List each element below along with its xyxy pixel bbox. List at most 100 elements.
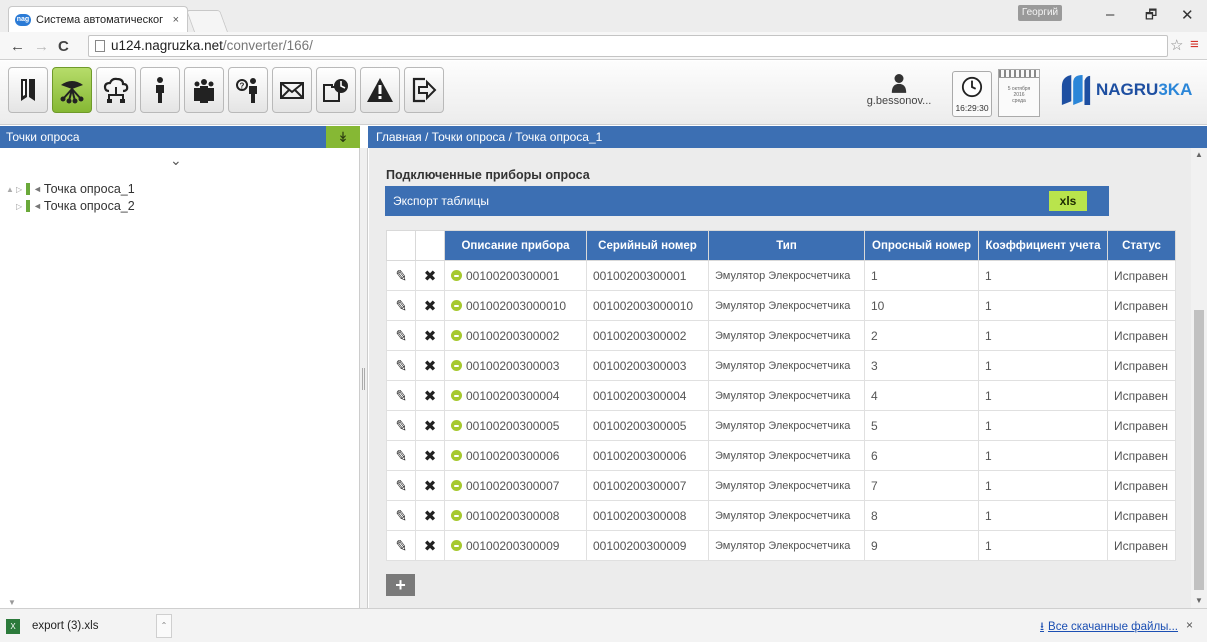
header-serial[interactable]: Серийный номер [586,230,709,261]
back-icon[interactable]: ← [10,38,25,55]
profile-badge[interactable]: Георгий [1018,5,1062,21]
cell-coefficient: 1 [978,380,1108,411]
toolbar-cloud-button[interactable] [96,67,136,113]
status-ok-icon [451,299,462,311]
minimize-icon[interactable]: – [1106,6,1114,23]
cell-status-text: Исправен [1114,538,1169,553]
toolbar-logout-button[interactable] [404,67,444,113]
chevron-down-icon[interactable]: ⌄ [170,152,182,169]
window-close-icon[interactable]: ✕ [1181,6,1194,24]
restore-icon[interactable]: 🗗 [1145,6,1157,28]
shelf-close-icon[interactable]: × [1186,618,1193,632]
table-row[interactable]: ✎ ✖ 00100200300003 00100200300003 Эмулятор Э… [386,350,1176,381]
panel-splitter[interactable] [360,148,368,608]
edit-cell: ✎ [386,440,416,471]
header-status[interactable]: Статус [1107,230,1176,261]
toolbar-support-button[interactable]: ? [228,67,268,113]
edit-pencil-icon[interactable]: ✎ [394,506,409,526]
delete-x-icon[interactable]: ✖ [424,328,437,345]
edit-pencil-icon[interactable]: ✎ [394,536,409,556]
tree-collapse-icon[interactable]: ▲ [6,185,16,194]
main-scrollbar[interactable]: ▲ ▼ [1191,148,1207,608]
delete-x-icon[interactable]: ✖ [424,298,437,315]
delete-x-icon[interactable]: ✖ [424,268,437,285]
header-type[interactable]: Тип [708,230,865,261]
delete-x-icon[interactable]: ✖ [424,478,437,495]
header-poll-number[interactable]: Опросный номер [864,230,979,261]
cell-coefficient-text: 1 [985,418,992,433]
status-ok-icon [451,509,462,521]
devices-table: Описание прибора Серийный номер Тип Опро… [386,230,1176,561]
browser-tab[interactable]: nag Система автоматическог × [8,6,188,32]
toolbar-schedule-button[interactable] [316,67,356,113]
toolbar-alerts-button[interactable] [360,67,400,113]
delete-x-icon[interactable]: ✖ [424,388,437,405]
forward-icon[interactable]: → [34,38,49,55]
header-description[interactable]: Описание прибора [444,230,587,261]
splitter-grip-icon[interactable] [362,368,365,390]
scroll-up-icon[interactable]: ▲ [1195,150,1203,159]
delete-cell: ✖ [415,350,445,381]
breadcrumb[interactable]: Главная / Точки опроса / Точка опроса_1 [368,126,1207,148]
edit-pencil-icon[interactable]: ✎ [394,416,409,436]
delete-x-icon[interactable]: ✖ [424,448,437,465]
edit-pencil-icon[interactable]: ✎ [394,326,409,346]
edit-cell: ✎ [386,260,416,291]
edit-cell: ✎ [386,530,416,561]
table-row[interactable]: ✎ ✖ 00100200300004 00100200300004 Эмулятор Э… [386,380,1176,411]
delete-x-icon[interactable]: ✖ [424,538,437,555]
cell-coefficient: 1 [978,320,1108,351]
chevron-up-icon[interactable]: ⌃ [156,614,172,638]
cell-poll-number-text: 5 [871,418,878,433]
scroll-down-icon[interactable]: ▼ [8,598,16,607]
cell-serial-text: 001002003000010 [593,298,694,313]
scrollbar-thumb[interactable] [1194,310,1204,590]
edit-pencil-icon[interactable]: ✎ [394,386,409,406]
cell-type: Эмулятор Элекросчетчика [708,350,865,381]
scroll-down-icon[interactable]: ▼ [1195,596,1203,605]
bookmark-star-icon[interactable]: ☆ [1170,36,1183,54]
status-ok-icon [451,449,462,461]
tab-close-icon[interactable]: × [173,14,179,26]
table-row[interactable]: ✎ ✖ 00100200300005 00100200300005 Эмулятор Э… [386,410,1176,441]
delete-x-icon[interactable]: ✖ [424,418,437,435]
toolbar-user-button[interactable] [140,67,180,113]
tree-item-point-1[interactable]: ▲ ▷ ◄ Точка опроса_1 [6,182,135,196]
edit-pencil-icon[interactable]: ✎ [394,476,409,496]
delete-x-icon[interactable]: ✖ [424,358,437,375]
table-row[interactable]: ✎ ✖ 00100200300006 00100200300006 Эмулятор Э… [386,440,1176,471]
cell-serial: 00100200300005 [586,410,709,441]
table-row[interactable]: ✎ ✖ 00100200300001 00100200300001 Эмулятор Э… [386,260,1176,291]
tree-item-point-2[interactable]: ▷ ◄ Точка опроса_2 [6,199,135,213]
current-user[interactable]: g.bessonov... [864,73,934,107]
table-row[interactable]: ✎ ✖ 00100200300007 00100200300007 Эмулятор Э… [386,470,1176,501]
edit-pencil-icon[interactable]: ✎ [394,296,409,316]
add-device-button[interactable]: + [386,574,415,596]
table-row[interactable]: ✎ ✖ 001002003000010 001002003000010 Эмулятор… [386,290,1176,321]
table-row[interactable]: ✎ ✖ 00100200300002 00100200300002 Эмулятор Э… [386,320,1176,351]
export-xls-button[interactable]: xls [1049,191,1087,211]
url-input[interactable]: u124.nagruzka.net/converter/166/ [88,35,1168,57]
tree-expand-icon[interactable]: ▷ [16,202,26,211]
edit-pencil-icon[interactable]: ✎ [394,266,409,286]
browser-menu-icon[interactable]: ≡ [1190,36,1199,53]
tree-expand-icon[interactable]: ▷ [16,185,26,194]
table-row[interactable]: ✎ ✖ 00100200300009 00100200300009 Эмулятор Э… [386,530,1176,561]
cell-poll-number-text: 7 [871,478,878,493]
download-item[interactable]: X export (3).xls ⌃ [6,614,186,638]
edit-pencil-icon[interactable]: ✎ [394,446,409,466]
toolbar-messages-button[interactable] [272,67,312,113]
header-coefficient[interactable]: Коэффициент учета [978,230,1108,261]
reload-icon[interactable]: C [58,38,69,55]
new-tab-button[interactable] [185,10,229,32]
panel-pin-icon[interactable]: ↡ [326,126,360,148]
all-downloads-link[interactable]: ⭳ Все скачанные файлы... [1040,619,1178,638]
edit-pencil-icon[interactable]: ✎ [394,356,409,376]
table-row[interactable]: ✎ ✖ 00100200300008 00100200300008 Эмулятор Э… [386,500,1176,531]
delete-x-icon[interactable]: ✖ [424,508,437,525]
toolbar-book-button[interactable] [8,67,48,113]
toolbar-users-button[interactable] [184,67,224,113]
cell-description-text: 001002003000010 [466,298,567,313]
nagruzka-logo: NAGRU3KA [1060,73,1192,107]
toolbar-network-button[interactable] [52,67,92,113]
